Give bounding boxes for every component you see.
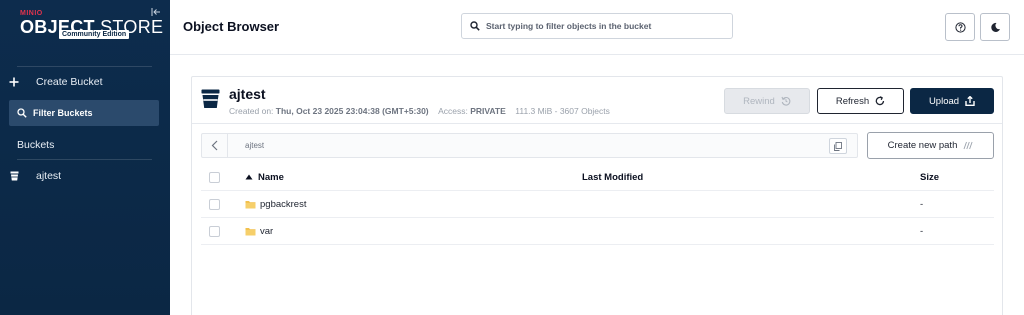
row-name: pgbackrest [260,198,307,210]
chevron-left-icon [211,140,218,151]
sidebar-divider [17,66,152,67]
select-all-checkbox[interactable] [209,171,220,183]
breadcrumb-path[interactable]: ajtest [245,141,264,150]
top-header: Object Browser [170,0,1024,55]
column-name-header[interactable]: Name [245,172,284,183]
rewind-label: Rewind [743,95,775,107]
search-icon [470,21,480,31]
row-name-cell[interactable]: var [245,226,273,237]
access-value: PRIVATE [470,106,506,116]
row-name-cell[interactable]: pgbackrest [245,199,306,210]
row-size: - [920,198,924,210]
copy-icon [834,141,842,151]
bucket-icon [0,171,28,181]
plus-icon [0,77,28,87]
refresh-button[interactable]: Refresh [817,88,904,114]
sidebar-item-bucket-ajtest[interactable]: ajtest [0,163,170,189]
column-name-label: Name [258,171,284,183]
brand-minio: MINIO [20,10,43,17]
create-new-path-label: Create new path [887,140,958,151]
refresh-icon [875,96,885,106]
bucket-icon [201,89,220,108]
upload-icon [965,96,975,106]
bucket-stats: 111.3 MiB - 3607 Objects [515,106,610,116]
folder-icon [245,227,256,235]
table-row[interactable]: var - [201,218,994,245]
access-label: Access: [438,106,468,116]
search-icon [17,108,27,118]
table-header-row: Name Last Modified Size [201,164,994,191]
object-browser-panel: ajtest Created on: Thu, Oct 23 2025 23:0… [191,76,1003,315]
moon-icon [990,22,1000,32]
create-bucket-label: Create Bucket [36,76,103,88]
help-button[interactable] [945,13,975,41]
objects-table: Name Last Modified Size pgbackrest - var… [201,164,994,245]
sort-asc-icon [245,174,253,180]
sidebar-item-label: ajtest [36,170,62,182]
rewind-icon [781,96,791,106]
create-new-path-button[interactable]: Create new path [867,132,994,159]
bucket-meta: Created on: Thu, Oct 23 2025 23:04:38 (G… [229,106,610,116]
dark-mode-button[interactable] [980,13,1010,41]
refresh-label: Refresh [835,95,870,107]
help-icon [954,21,966,33]
row-name: var [260,225,274,237]
folder-icon [245,200,256,208]
sidebar: MINIO OBJECT STORE Community Edition Cre… [0,0,170,315]
edition-badge: Community Edition [59,30,130,39]
filter-buckets-input[interactable]: Filter Buckets [9,100,159,126]
object-search-input[interactable] [486,21,721,31]
column-size-header[interactable]: Size [920,172,939,183]
row-checkbox[interactable] [209,198,220,210]
page-title: Object Browser [183,19,280,34]
bucket-name: ajtest [229,86,266,102]
row-size: - [920,225,924,237]
upload-button[interactable]: Upload [910,88,994,114]
back-button[interactable] [202,134,228,157]
new-path-icon [963,141,973,150]
row-checkbox[interactable] [209,225,220,237]
created-label: Created on: [229,106,274,116]
rewind-button[interactable]: Rewind [724,88,810,114]
buckets-section-label: Buckets [17,139,55,151]
column-modified-header[interactable]: Last Modified [582,172,643,183]
bucket-header: ajtest Created on: Thu, Oct 23 2025 23:0… [192,77,1002,124]
created-value: Thu, Oct 23 2025 23:04:38 (GMT+5:30) [275,106,429,116]
upload-label: Upload [928,95,960,107]
copy-path-button[interactable] [829,138,847,154]
collapse-sidebar-icon[interactable] [151,7,161,17]
object-search-box[interactable] [461,13,733,39]
breadcrumb: ajtest [201,133,858,158]
create-bucket-button[interactable]: Create Bucket [0,69,170,95]
table-row[interactable]: pgbackrest - [201,191,994,218]
filter-buckets-placeholder: Filter Buckets [33,108,93,118]
sidebar-divider [17,159,152,160]
